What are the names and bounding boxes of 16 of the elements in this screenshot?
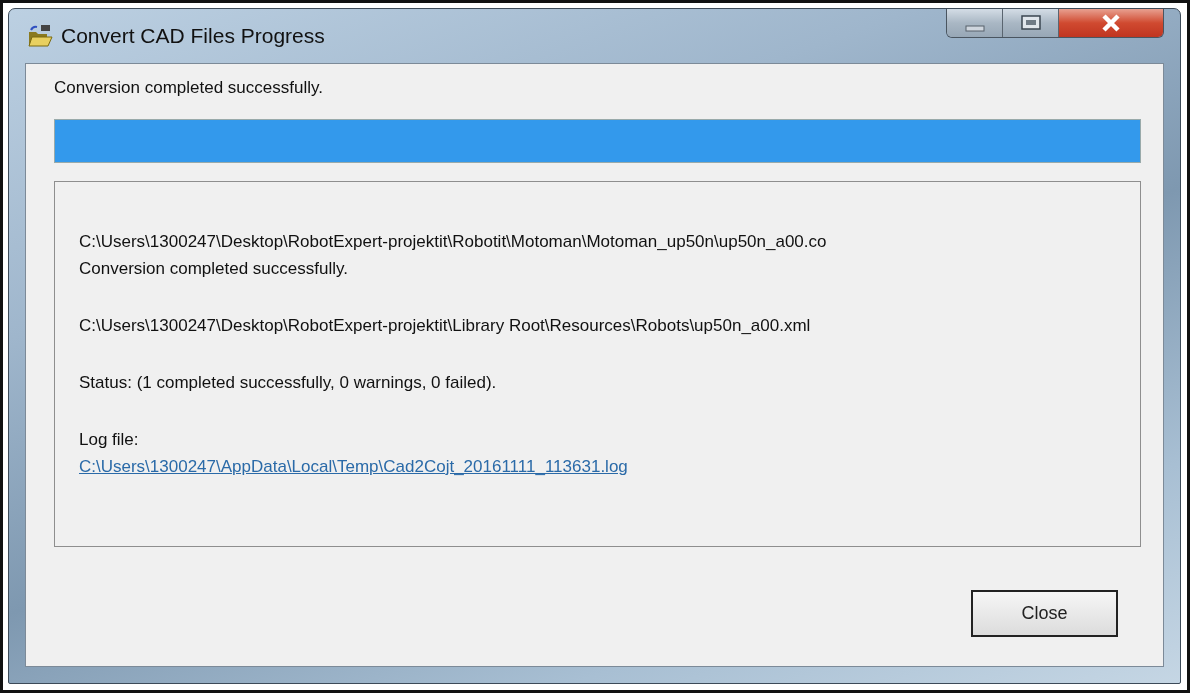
log-text: Log file: <box>79 429 140 451</box>
folder-icon <box>27 24 53 48</box>
minimize-icon <box>963 24 986 32</box>
status-message: Conversion completed successfully. <box>54 78 324 98</box>
minimize-button[interactable] <box>947 9 1003 37</box>
close-button[interactable] <box>1059 9 1163 37</box>
close-icon <box>1100 13 1122 33</box>
log-file-link[interactable]: C:\Users\1300247\AppData\Local\Temp\Cad2Cojt_20161111_113631.log <box>79 453 628 480</box>
log-text: Status: (1 completed successfully, 0 warnings, 0 failed). <box>79 372 498 394</box>
window-title: Convert CAD Files Progress <box>61 24 325 48</box>
log-text: Conversion completed successfully. <box>79 258 349 280</box>
maximize-button[interactable] <box>1003 9 1059 37</box>
maximize-icon <box>1019 14 1042 32</box>
log-text: C:\Users\1300247\Desktop\RobotExpert-projektit\Library Root\Resources\Robots\up50n_a00.xml <box>79 315 812 337</box>
log-text: C:\Users\1300247\Desktop\RobotExpert-projektit\Robotit\Motoman\Motoman_up50n\up50n_a00.co <box>79 231 828 253</box>
close-dialog-button[interactable]: Close <box>971 590 1118 637</box>
